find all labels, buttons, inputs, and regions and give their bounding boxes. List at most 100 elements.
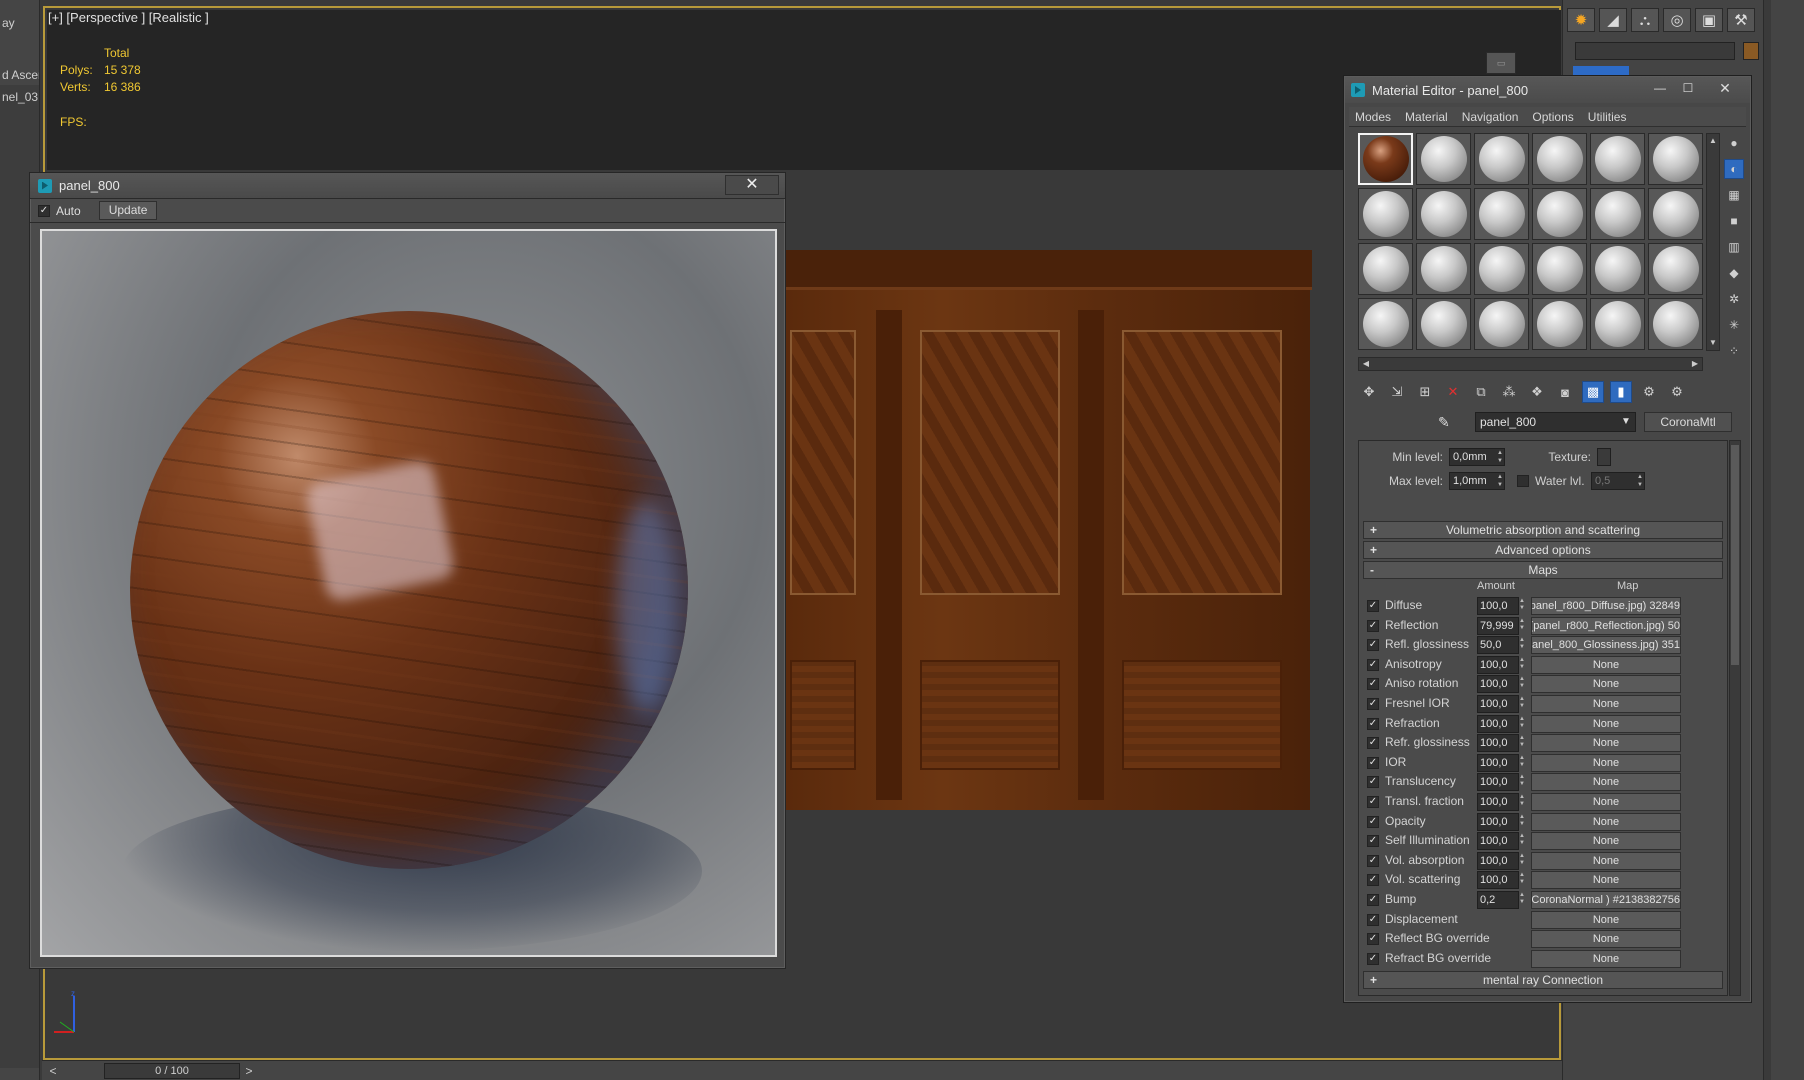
- sun-icon[interactable]: ✹: [1567, 8, 1595, 32]
- put-to-scene-icon[interactable]: ⇲: [1386, 381, 1408, 403]
- auto-checkbox[interactable]: ✓: [38, 204, 50, 217]
- material-slot[interactable]: [1532, 188, 1587, 240]
- material-slot[interactable]: [1474, 243, 1529, 295]
- map-enable-checkbox[interactable]: ✓: [1367, 756, 1379, 769]
- map-slot-button[interactable]: None: [1531, 910, 1681, 929]
- minimize-button[interactable]: —: [1647, 80, 1673, 98]
- map-enable-checkbox[interactable]: ✓: [1367, 874, 1379, 887]
- material-slot[interactable]: [1358, 188, 1413, 240]
- background-icon[interactable]: ▦: [1724, 185, 1744, 205]
- material-slot[interactable]: [1532, 298, 1587, 350]
- menu-options[interactable]: Options: [1532, 110, 1573, 124]
- object-color-swatch[interactable]: [1743, 42, 1759, 60]
- map-slot-button[interactable]: None: [1531, 675, 1681, 694]
- map-enable-checkbox[interactable]: ✓: [1367, 776, 1379, 789]
- map-enable-checkbox[interactable]: ✓: [1367, 698, 1379, 710]
- map-enable-checkbox[interactable]: ✓: [1367, 678, 1379, 691]
- left-strip-item[interactable]: d Ascer: [2, 68, 39, 82]
- map-slot-button[interactable]: None: [1531, 655, 1681, 674]
- min-level-spinner[interactable]: 0,0mm ▲ ▼: [1449, 448, 1505, 466]
- material-id-icon[interactable]: ◙: [1554, 381, 1576, 403]
- menu-material[interactable]: Material: [1405, 110, 1448, 124]
- map-amount-spinner[interactable]: 100,0: [1477, 832, 1519, 851]
- spinner-arrows-icon[interactable]: ▲ ▼: [1519, 735, 1527, 749]
- rollout-mental-ray[interactable]: + mental ray Connection: [1363, 971, 1723, 989]
- water-level-checkbox[interactable]: [1517, 475, 1529, 487]
- slots-horizontal-scrollbar[interactable]: ◀ ▶: [1358, 357, 1703, 371]
- spinner-arrows-icon[interactable]: ▲ ▼: [1635, 473, 1645, 489]
- spinner-arrows-icon[interactable]: ▲ ▼: [1519, 618, 1527, 632]
- map-enable-checkbox[interactable]: ✓: [1367, 658, 1379, 671]
- material-slot[interactable]: [1590, 133, 1645, 185]
- color-check-icon[interactable]: ▥: [1724, 237, 1744, 257]
- map-amount-spinner[interactable]: 79,999: [1477, 616, 1519, 635]
- spinner-arrows-icon[interactable]: ▲ ▼: [1519, 853, 1527, 867]
- spinner-arrows-icon[interactable]: ▲ ▼: [1519, 696, 1527, 710]
- map-enable-checkbox[interactable]: ✓: [1367, 913, 1379, 926]
- scroll-right-arrow[interactable]: ▶: [1688, 358, 1702, 370]
- map-slot-button[interactable]: None: [1531, 714, 1681, 733]
- spinner-arrows-icon[interactable]: ▲ ▼: [1519, 716, 1527, 730]
- map-enable-checkbox[interactable]: ✓: [1367, 854, 1379, 867]
- map-slot-button[interactable]: None: [1531, 695, 1681, 713]
- left-strip-item[interactable]: ay: [2, 16, 15, 30]
- display-icon[interactable]: ▣: [1695, 8, 1723, 32]
- map-slot-button[interactable]: None: [1531, 930, 1681, 949]
- timeline-slider[interactable]: 0 / 100: [104, 1063, 240, 1079]
- material-slot[interactable]: [1358, 298, 1413, 350]
- material-slot[interactable]: [1416, 188, 1471, 240]
- max-level-spinner[interactable]: 1,0mm ▲ ▼: [1449, 472, 1505, 490]
- map-slot-button[interactable]: None: [1531, 832, 1681, 851]
- update-button[interactable]: Update: [98, 201, 158, 220]
- map-slot-button[interactable]: None: [1531, 949, 1681, 968]
- rollout-maps[interactable]: - Maps: [1363, 561, 1723, 579]
- map-slot-button[interactable]: 351 (panel_800_Glossiness.jpg): [1531, 636, 1681, 655]
- map-amount-spinner[interactable]: 100,0: [1477, 714, 1519, 733]
- map-amount-spinner[interactable]: 100,0: [1477, 675, 1519, 694]
- map-slot-button[interactable]: 32849 (panel_r800_Diffuse.jpg): [1531, 597, 1681, 615]
- material-slot[interactable]: [1648, 243, 1703, 295]
- material-slot[interactable]: [1474, 298, 1529, 350]
- scroll-up-arrow[interactable]: ▲: [1707, 134, 1719, 148]
- spinner-arrows-icon[interactable]: ▲ ▼: [1519, 892, 1527, 906]
- map-slot-button[interactable]: None: [1531, 734, 1681, 753]
- utilities-icon[interactable]: ⚒: [1727, 8, 1755, 32]
- map-enable-checkbox[interactable]: ✓: [1367, 737, 1379, 750]
- map-amount-spinner[interactable]: 100,0: [1477, 773, 1519, 792]
- map-amount-spinner[interactable]: 100,0: [1477, 753, 1519, 772]
- material-slot[interactable]: [1590, 243, 1645, 295]
- get-material-icon[interactable]: ✥: [1358, 381, 1380, 403]
- material-slot[interactable]: [1532, 243, 1587, 295]
- select-by-material-icon[interactable]: ✳: [1724, 315, 1744, 335]
- menu-utilities[interactable]: Utilities: [1588, 110, 1627, 124]
- go-forward-icon[interactable]: ⚙: [1666, 381, 1688, 403]
- go-to-parent-icon[interactable]: ⚙: [1638, 381, 1660, 403]
- close-button[interactable]: ✕: [725, 175, 779, 195]
- sample-type-icon[interactable]: ●: [1724, 133, 1744, 153]
- material-navigator-icon[interactable]: ⁘: [1724, 341, 1744, 361]
- map-enable-checkbox[interactable]: ✓: [1367, 894, 1379, 906]
- parameters-scrollbar[interactable]: [1729, 440, 1741, 996]
- frame-buffer-titlebar[interactable]: panel_800 ✕: [30, 173, 785, 199]
- reset-icon[interactable]: ✕: [1442, 381, 1464, 403]
- maximize-button[interactable]: ☐: [1675, 80, 1701, 98]
- map-enable-checkbox[interactable]: ✓: [1367, 717, 1379, 730]
- map-slot-button[interactable]: #2138382756 ( CoronaNormal ): [1531, 891, 1681, 909]
- map-amount-spinner[interactable]: 50,0: [1477, 636, 1519, 655]
- object-name-field[interactable]: [1575, 42, 1735, 60]
- show-map-in-viewport-icon[interactable]: ▩: [1582, 381, 1604, 403]
- material-slot[interactable]: [1416, 133, 1471, 185]
- rollout-volumetric[interactable]: + Volumetric absorption and scattering: [1363, 521, 1723, 539]
- left-strip-item[interactable]: nel_03: [2, 90, 38, 104]
- material-type-button[interactable]: CoronaMtl: [1644, 412, 1732, 432]
- close-button[interactable]: ✕: [1703, 80, 1747, 98]
- eyedropper-icon[interactable]: ✎: [1438, 414, 1450, 431]
- material-slot[interactable]: [1358, 243, 1413, 295]
- menu-modes[interactable]: Modes: [1355, 110, 1391, 124]
- map-amount-spinner[interactable]: 100,0: [1477, 812, 1519, 831]
- make-unique-icon[interactable]: ⁂: [1498, 381, 1520, 403]
- slots-vertical-scrollbar[interactable]: ▲ ▼: [1706, 133, 1720, 351]
- material-slot[interactable]: [1590, 188, 1645, 240]
- backlight-icon[interactable]: ◐: [1724, 159, 1744, 179]
- material-slot[interactable]: [1474, 188, 1529, 240]
